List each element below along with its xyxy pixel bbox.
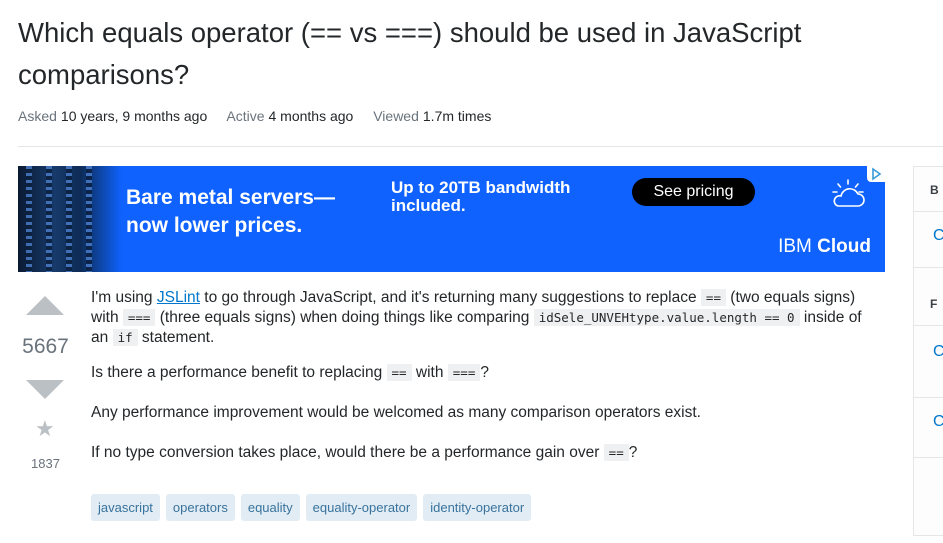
inline-code: == xyxy=(386,364,412,381)
tag-equality[interactable]: equality xyxy=(240,494,300,521)
tag-identity-operator[interactable]: identity-operator xyxy=(423,494,532,521)
inline-code: == xyxy=(603,444,629,461)
inline-code: == xyxy=(700,289,726,306)
inline-code: === xyxy=(447,364,481,381)
viewed-value: 1.7m times xyxy=(422,108,492,124)
body-paragraph-1: I'm using JSLint to go through JavaScrip… xyxy=(91,289,862,346)
see-pricing-button[interactable]: See pricing xyxy=(632,178,755,206)
tag-javascript[interactable]: javascript xyxy=(91,494,160,521)
asked-label: Asked xyxy=(18,108,57,124)
ad-banner[interactable]: Bare metal servers— now lower prices. Up… xyxy=(18,166,885,272)
inline-code: idSele_UNVEHtype.value.length == 0 xyxy=(533,309,800,326)
ad-headline: Bare metal servers— now lower prices. xyxy=(126,186,335,237)
upvote-arrow-icon[interactable] xyxy=(26,296,64,315)
ad-brand: IBM Cloud xyxy=(778,236,871,257)
jslint-link[interactable]: JSLint xyxy=(157,289,200,306)
question-body: I'm using JSLint to go through JavaScrip… xyxy=(91,288,881,483)
right-sidebar: B C F C C xyxy=(913,166,943,536)
body-paragraph-4: If no type conversion takes place, would… xyxy=(91,444,638,461)
tag-list: javascript operators equality equality-o… xyxy=(91,494,532,521)
inline-code: === xyxy=(122,309,156,326)
inline-code: if xyxy=(112,329,138,346)
body-paragraph-3: Any performance improvement would be wel… xyxy=(91,404,701,421)
tag-equality-operator[interactable]: equality-operator xyxy=(305,494,418,521)
asked-value[interactable]: 10 years, 9 months ago xyxy=(61,108,207,124)
cloud-sun-icon xyxy=(832,179,865,207)
favorite-count: 1837 xyxy=(31,456,60,471)
sidebar-heading-fragment: B xyxy=(930,183,939,197)
body-paragraph-2: Is there a performance benefit to replac… xyxy=(91,364,489,381)
active-value[interactable]: 4 months ago xyxy=(268,108,353,124)
viewed-label: Viewed xyxy=(373,108,419,124)
sidebar-item-fragment[interactable]: C xyxy=(933,413,943,431)
sidebar-heading-fragment: F xyxy=(930,297,938,311)
vote-count: 5667 xyxy=(22,335,69,358)
downvote-arrow-icon[interactable] xyxy=(26,380,64,399)
question-title[interactable]: Which equals operator (== vs ===) should… xyxy=(18,12,943,96)
favorite-star-icon[interactable]: ★ xyxy=(35,418,55,440)
question-meta: Asked 10 years, 9 months ago Active 4 mont… xyxy=(18,108,507,124)
sidebar-item-fragment[interactable]: C xyxy=(933,343,943,361)
active-label: Active xyxy=(226,108,265,124)
adchoices-icon[interactable] xyxy=(867,166,885,182)
ad-subhead: Up to 20TB bandwidth included. xyxy=(391,178,571,215)
header-divider xyxy=(18,146,943,147)
ad-server-image xyxy=(18,166,122,272)
tag-operators[interactable]: operators xyxy=(165,494,235,521)
sidebar-item-fragment[interactable]: C xyxy=(933,227,943,245)
